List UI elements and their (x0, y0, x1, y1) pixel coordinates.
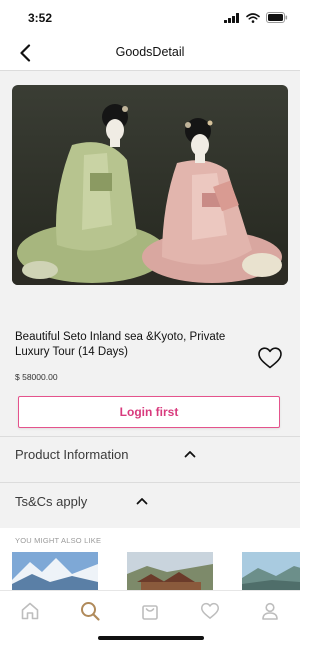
signal-icon (224, 12, 239, 23)
status-icons (224, 12, 288, 23)
home-indicator (98, 636, 204, 640)
chevron-up-icon (136, 498, 148, 505)
user-icon (262, 602, 278, 620)
goods-detail-screen: 3:52 GoodsDetail Beautiful Seto Inland s… (0, 0, 300, 650)
search-icon (81, 602, 100, 621)
section-product-information[interactable]: Product Information (0, 436, 300, 483)
bag-icon (142, 605, 158, 620)
product-image (12, 85, 288, 285)
recommendation-card[interactable] (12, 552, 98, 590)
status-time: 3:52 (28, 11, 53, 25)
tab-home[interactable] (16, 597, 44, 625)
recommendation-card[interactable] (127, 552, 213, 590)
tab-favorites[interactable] (196, 597, 224, 625)
tab-search[interactable] (76, 597, 104, 625)
recommendations: YOU MIGHT ALSO LIKE (0, 528, 300, 590)
recommendations-title: YOU MIGHT ALSO LIKE (15, 536, 102, 545)
recommendation-card[interactable] (242, 552, 300, 590)
heart-icon (201, 602, 219, 619)
section-label: Product Information (15, 447, 129, 462)
home-icon (21, 602, 39, 620)
section-label: Ts&Cs apply (15, 494, 88, 509)
product-title: Beautiful Seto Inland sea &Kyoto, Privat… (15, 331, 226, 358)
section-terms[interactable]: Ts&Cs apply (0, 482, 300, 529)
login-first-button[interactable]: Login first (18, 396, 280, 428)
page-title: GoodsDetail (115, 45, 185, 59)
tab-profile[interactable] (256, 597, 284, 625)
heart-outline-icon (258, 347, 282, 369)
bottom-tab-bar (0, 590, 300, 650)
navigation-header: GoodsDetail (0, 36, 300, 71)
wifi-icon (246, 12, 260, 23)
status-bar: 3:52 (0, 0, 300, 36)
chevron-left-icon (20, 44, 31, 62)
back-button[interactable] (14, 42, 36, 64)
product-price: $ 58000.00 (15, 372, 58, 382)
chevron-up-icon (184, 451, 196, 458)
tab-bag[interactable] (136, 597, 164, 625)
favorite-button[interactable] (257, 346, 283, 370)
battery-icon (266, 12, 288, 23)
